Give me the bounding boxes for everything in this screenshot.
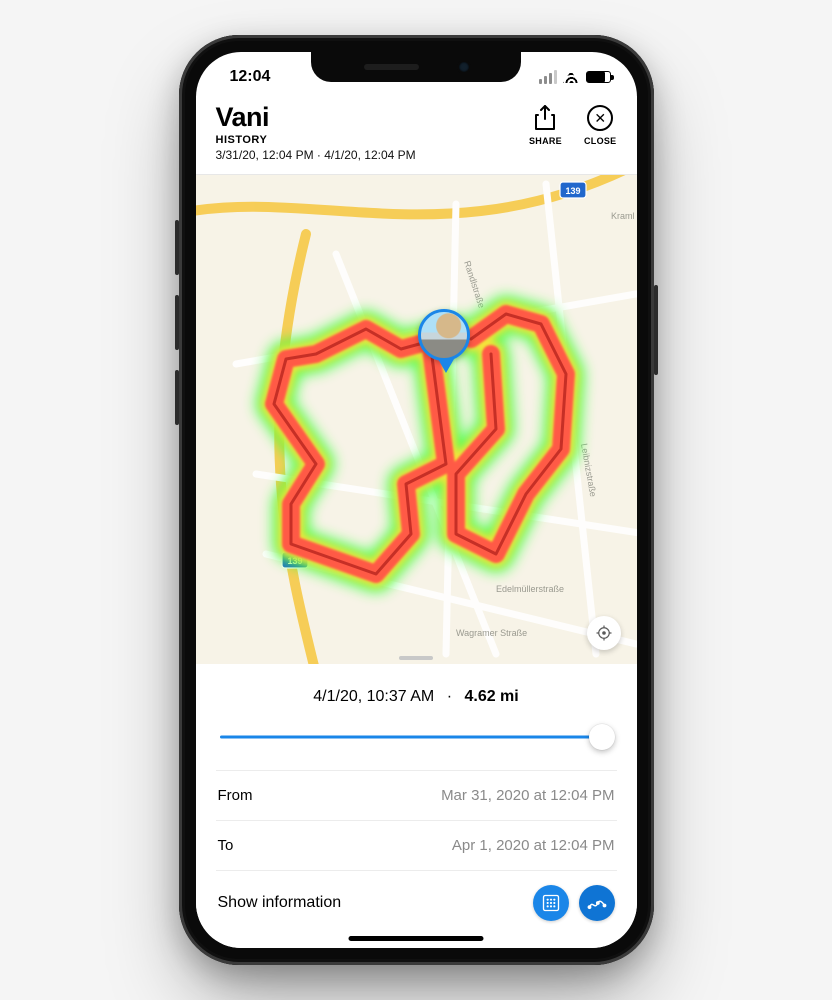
from-label: From xyxy=(218,787,253,804)
sheet-drag-handle[interactable] xyxy=(399,656,433,660)
map-svg: Randlstraße Leibnizstraße Edelmüllerstra… xyxy=(196,174,637,664)
street-label: Wagramer Straße xyxy=(456,628,527,638)
share-icon xyxy=(531,104,559,132)
pet-name: Vani xyxy=(216,102,416,133)
to-label: To xyxy=(218,837,234,854)
status-time: 12:04 xyxy=(220,62,271,86)
device-notch xyxy=(311,52,521,82)
crosshair-icon xyxy=(595,624,613,642)
battery-icon xyxy=(586,71,611,83)
timeline-slider[interactable] xyxy=(220,722,613,752)
street-label: Kraml xyxy=(611,211,635,221)
map-view[interactable]: Randlstraße Leibnizstraße Edelmüllerstra… xyxy=(196,174,637,664)
page-header: Vani HISTORY 3/31/20, 12:04 PM · 4/1/20,… xyxy=(196,96,637,175)
close-icon: ✕ xyxy=(586,104,614,132)
route-shield: 139 xyxy=(560,182,586,198)
bottom-sheet: 4/1/20, 10:37 AM · 4.62 mi From Mar 31, … xyxy=(196,664,637,948)
wifi-icon xyxy=(563,71,580,83)
screen: 12:04 Vani HISTORY 3/31/20, 12:04 PM · 4… xyxy=(196,52,637,948)
slider-thumb[interactable] xyxy=(589,724,615,750)
locate-me-button[interactable] xyxy=(587,616,621,650)
share-button[interactable]: SHARE xyxy=(529,104,562,146)
cellular-icon xyxy=(539,70,557,84)
status-icons xyxy=(539,64,613,84)
street-label: Randlstraße xyxy=(462,260,487,310)
to-value: Apr 1, 2020 at 12:04 PM xyxy=(452,837,615,854)
location-pin[interactable] xyxy=(418,309,474,379)
date-range: 3/31/20, 12:04 PM · 4/1/20, 12:04 PM xyxy=(216,148,416,162)
street-label: Edelmüllerstraße xyxy=(496,584,564,594)
to-row[interactable]: To Apr 1, 2020 at 12:04 PM xyxy=(216,820,617,870)
from-row[interactable]: From Mar 31, 2020 at 12:04 PM xyxy=(216,770,617,820)
summary-time: 4/1/20, 10:37 AM xyxy=(313,688,434,705)
show-info-label: Show information xyxy=(218,894,342,912)
view-heatmap-button[interactable] xyxy=(533,885,569,921)
close-button[interactable]: ✕ CLOSE xyxy=(584,104,617,146)
path-icon xyxy=(587,893,607,913)
avatar xyxy=(418,309,470,361)
from-value: Mar 31, 2020 at 12:04 PM xyxy=(441,787,614,804)
svg-text:139: 139 xyxy=(565,186,580,196)
header-titles: Vani HISTORY 3/31/20, 12:04 PM · 4/1/20,… xyxy=(216,102,416,162)
grid-dots-icon xyxy=(541,893,561,913)
summary-row: 4/1/20, 10:37 AM · 4.62 mi xyxy=(216,664,617,718)
view-path-button[interactable] xyxy=(579,885,615,921)
summary-distance: 4.62 mi xyxy=(464,688,518,705)
phone-frame: 12:04 Vani HISTORY 3/31/20, 12:04 PM · 4… xyxy=(179,35,654,965)
show-info-row: Show information xyxy=(216,870,617,931)
home-indicator[interactable] xyxy=(349,936,484,941)
section-label: HISTORY xyxy=(216,134,416,146)
